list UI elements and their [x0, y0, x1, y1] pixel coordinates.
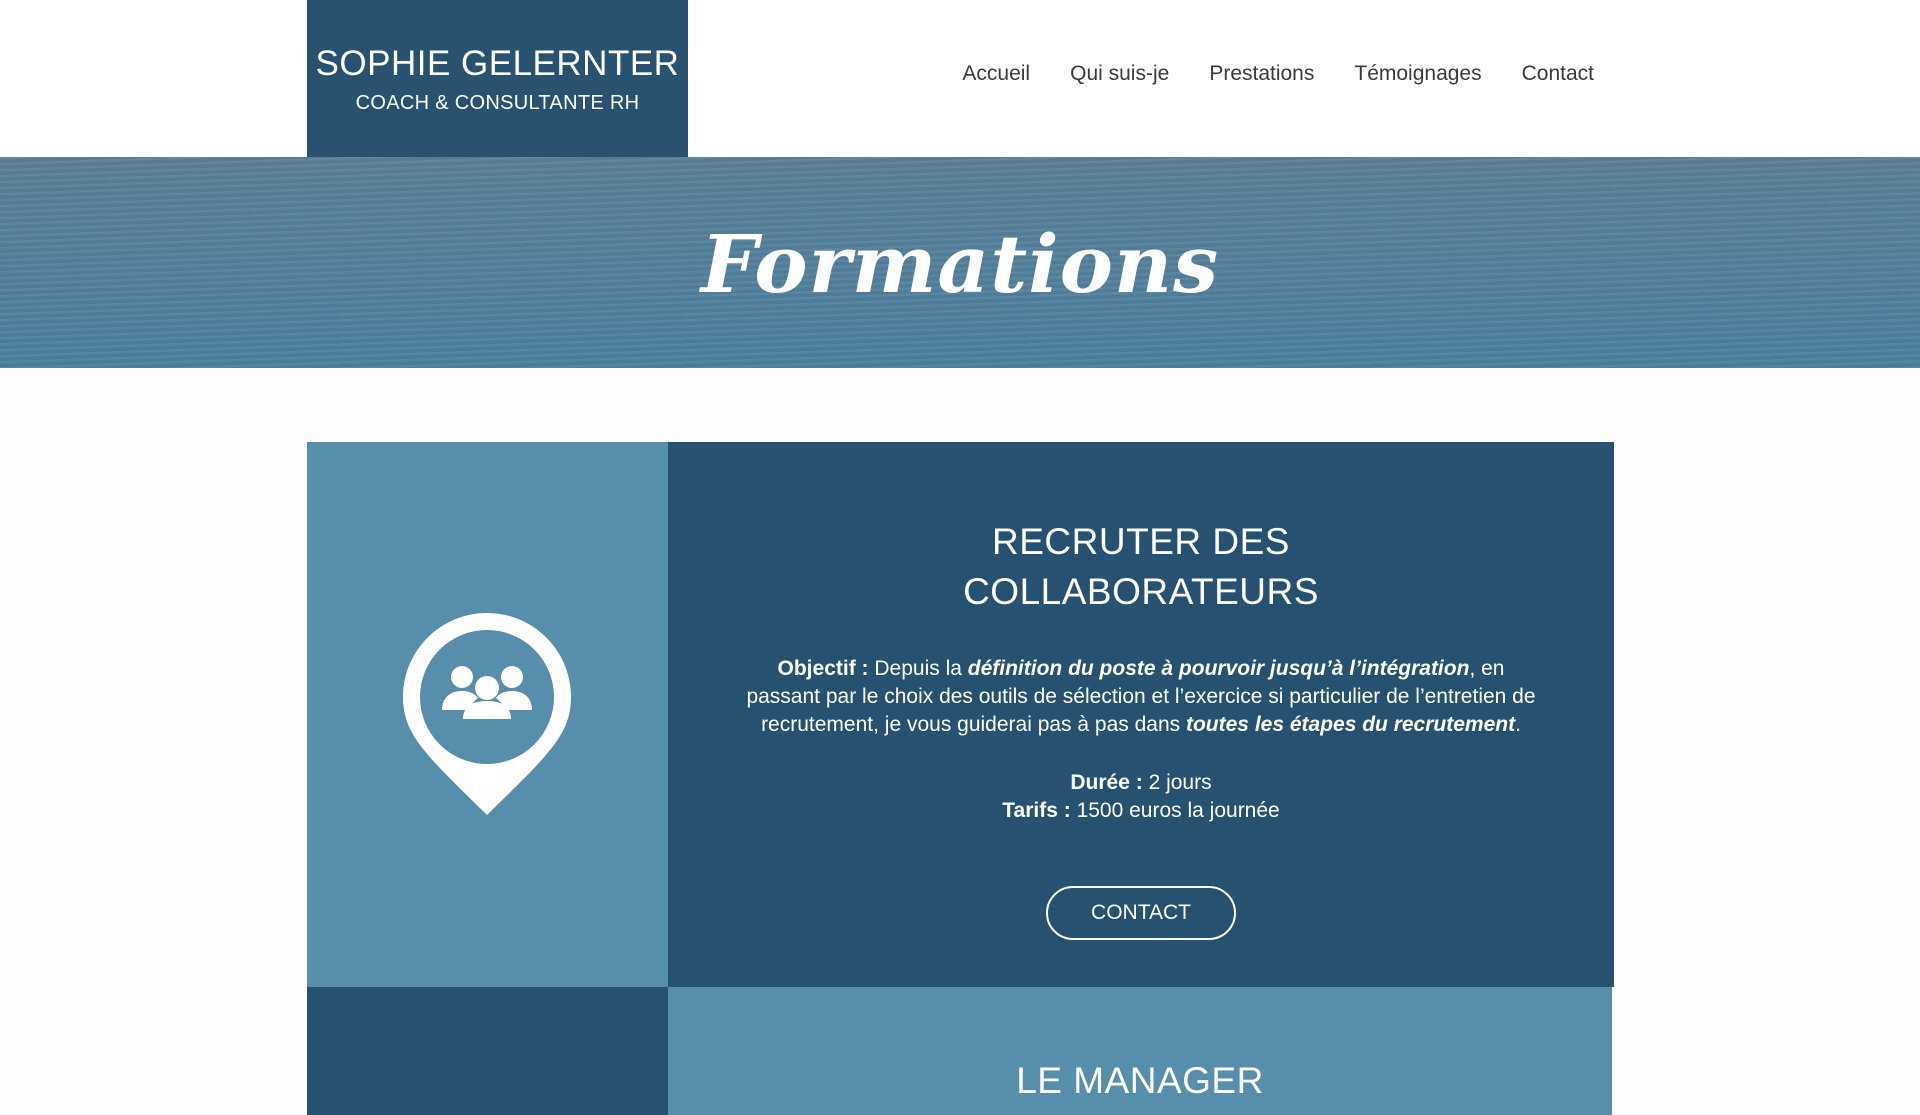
objectif-end: . — [1515, 713, 1521, 736]
formation-card-manager: LE MANAGER — [668, 987, 1612, 1115]
site-subtitle: COACH & CONSULTANTE RH — [355, 92, 640, 114]
hero-banner: Formations — [0, 157, 1920, 368]
main-nav: Accueil Qui suis-je Prestations Témoigna… — [962, 62, 1594, 86]
card-icon-panel — [307, 442, 668, 987]
nav-item-qui-suis-je[interactable]: Qui suis-je — [1070, 62, 1169, 86]
objectif-pre: Depuis la — [868, 657, 968, 680]
card-description: Objectif : Depuis la définition du poste… — [741, 655, 1541, 739]
nav-item-contact[interactable]: Contact — [1522, 62, 1594, 86]
card-title-line1: RECRUTER DES — [992, 521, 1290, 562]
card-title: RECRUTER DES COLLABORATEURS — [791, 517, 1491, 617]
objectif-label: Objectif : — [777, 657, 869, 680]
nav-item-prestations[interactable]: Prestations — [1209, 62, 1314, 86]
group-pin-icon — [403, 613, 571, 815]
card2-icon-panel — [307, 987, 668, 1115]
card2-title: LE MANAGER — [1016, 1060, 1264, 1101]
site-name: SOPHIE GELERNTER — [315, 44, 680, 83]
card-title-line2: COLLABORATEURS — [963, 571, 1319, 612]
tarifs-label: Tarifs : — [1002, 799, 1071, 822]
duree-label: Durée : — [1070, 771, 1143, 794]
site-logo[interactable]: SOPHIE GELERNTER COACH & CONSULTANTE RH — [307, 0, 688, 157]
contact-button[interactable]: CONTACT — [1046, 886, 1236, 940]
nav-item-accueil[interactable]: Accueil — [962, 62, 1030, 86]
tarifs-value: 1500 euros la journée — [1070, 799, 1280, 822]
duree-line: Durée : 2 jours — [668, 769, 1614, 797]
objectif-emphasis-2: toutes les étapes du recrutement — [1185, 713, 1516, 736]
tarifs-line: Tarifs : 1500 euros la journée — [668, 797, 1614, 825]
objectif-emphasis-1: définition du poste à pourvoir jusqu’à l… — [967, 657, 1470, 680]
duree-value: 2 jours — [1142, 771, 1212, 794]
page-title: Formations — [700, 217, 1220, 311]
formation-card-recruter: RECRUTER DES COLLABORATEURS Objectif : D… — [668, 442, 1614, 987]
site-header: SOPHIE GELERNTER COACH & CONSULTANTE RH … — [0, 0, 1920, 157]
nav-item-temoignages[interactable]: Témoignages — [1354, 62, 1481, 86]
card-meta: Durée : 2 jours Tarifs : 1500 euros la j… — [668, 769, 1614, 825]
